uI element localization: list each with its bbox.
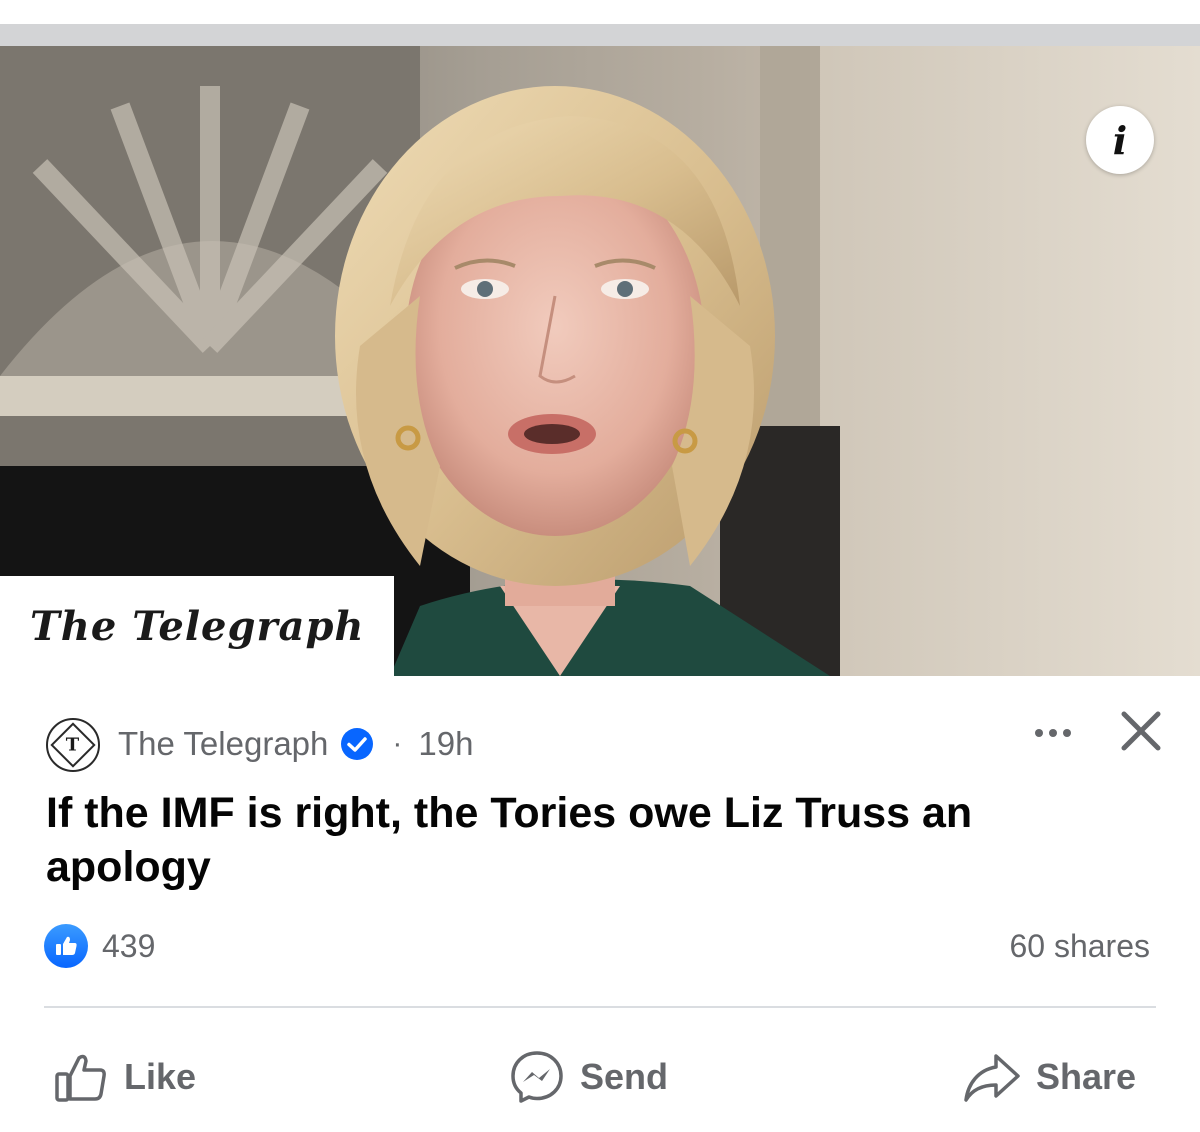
share-label: Share — [1036, 1056, 1137, 1097]
like-reaction-icon[interactable] — [44, 924, 88, 968]
divider — [44, 1006, 1156, 1008]
top-bar — [0, 0, 1200, 24]
verified-badge-icon — [341, 728, 374, 760]
source-avatar[interactable]: T — [46, 718, 100, 772]
separator-dot: · — [392, 727, 403, 760]
send-label: Send — [580, 1056, 669, 1097]
telegraph-masthead: The Telegraph — [0, 576, 394, 676]
top-strip — [0, 24, 1200, 46]
shares-count[interactable]: 60 shares — [1009, 926, 1150, 966]
info-icon: i — [1112, 117, 1128, 163]
messenger-icon — [511, 1051, 563, 1103]
thumbs-up-glyph — [56, 936, 77, 955]
post-time[interactable]: 19h — [418, 725, 473, 763]
source-name[interactable]: The Telegraph — [118, 725, 328, 763]
send-button[interactable]: Send — [508, 1042, 668, 1112]
post-headline[interactable]: If the IMF is right, the Tories owe Liz … — [46, 786, 1146, 894]
share-arrow-icon — [964, 1054, 1020, 1102]
more-options-icon[interactable] — [1030, 718, 1076, 748]
avatar-diamond: T — [50, 722, 96, 768]
masthead-text: The Telegraph — [30, 602, 365, 650]
source-row: The Telegraph · 19h — [118, 722, 473, 766]
like-button[interactable]: Like — [52, 1042, 196, 1112]
avatar-letter: T — [66, 734, 80, 756]
close-icon[interactable] — [1116, 706, 1166, 756]
thumbs-up-icon — [55, 1054, 106, 1102]
like-label: Like — [124, 1056, 197, 1097]
reaction-count[interactable]: 439 — [102, 926, 155, 966]
post-image[interactable]: i The Telegraph — [0, 46, 1200, 676]
share-button[interactable]: Share — [962, 1042, 1136, 1112]
info-button[interactable]: i — [1086, 106, 1154, 174]
